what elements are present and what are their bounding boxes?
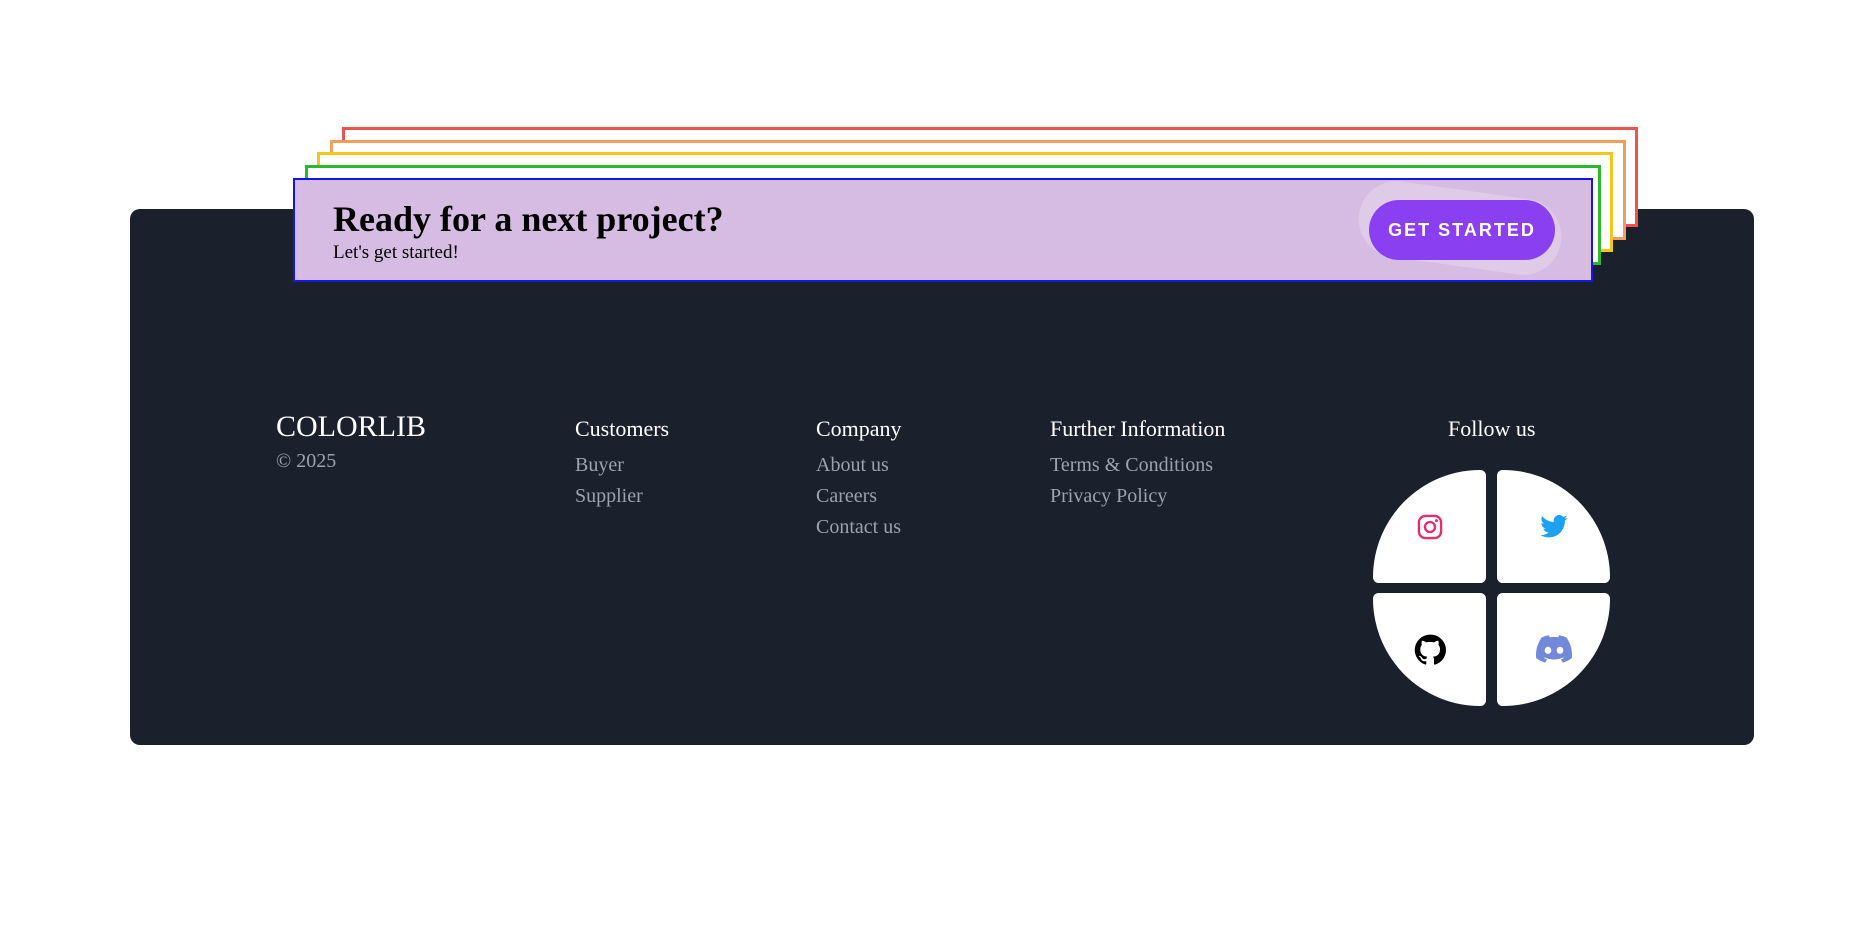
cta-banner: Ready for a next project? Let's get star…	[293, 176, 1593, 282]
column-heading: Further Information	[1050, 416, 1226, 441]
footer-column-company: Company About us Careers Contact us	[816, 416, 902, 543]
column-heading: Company	[816, 416, 902, 441]
link-privacy-policy[interactable]: Privacy Policy	[1050, 481, 1225, 512]
footer-column-customers: Customers Buyer Supplier	[575, 416, 669, 512]
link-about-us[interactable]: About us	[816, 450, 902, 481]
twitter-icon	[1539, 514, 1568, 537]
instagram-icon	[1417, 514, 1442, 539]
get-started-button[interactable]: GET STARTED	[1369, 200, 1555, 260]
page: Ready for a next project? Let's get star…	[0, 0, 1876, 927]
cta-subtitle: Let's get started!	[333, 242, 459, 263]
link-supplier[interactable]: Supplier	[575, 481, 669, 512]
column-heading: Customers	[575, 416, 670, 441]
link-contact-us[interactable]: Contact us	[816, 512, 902, 543]
cta-title: Ready for a next project?	[333, 199, 724, 239]
footer-column-further-information: Further Information Terms & Conditions P…	[1050, 416, 1225, 512]
link-careers[interactable]: Careers	[816, 481, 902, 512]
discord-icon	[1535, 634, 1572, 663]
github-icon	[1414, 634, 1446, 665]
follow-us-heading: Follow us	[1448, 416, 1536, 441]
link-buyer[interactable]: Buyer	[575, 450, 669, 481]
copyright: © 2025	[276, 450, 337, 472]
link-terms-conditions[interactable]: Terms & Conditions	[1050, 450, 1225, 481]
brand-logo: COLORLIB	[276, 410, 426, 443]
